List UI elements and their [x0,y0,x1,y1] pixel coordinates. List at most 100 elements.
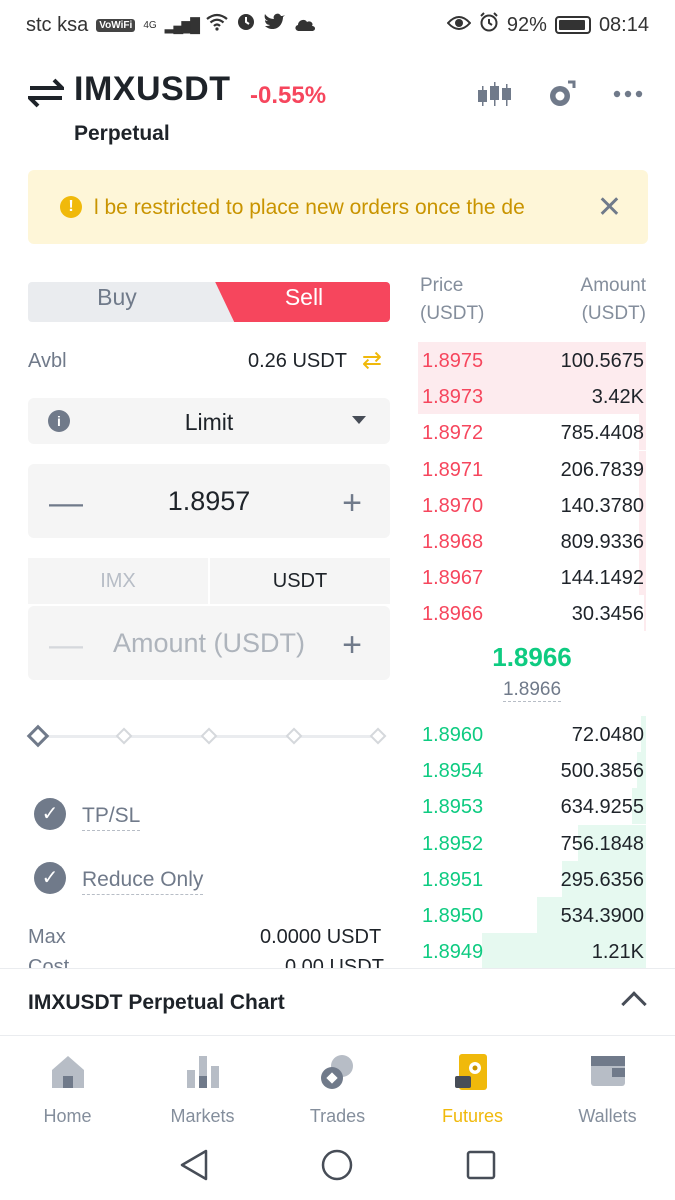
recents-icon[interactable] [466,1150,496,1185]
avbl-value: 0.26 USDT [248,350,347,372]
unit-tab-imx[interactable]: IMX [28,558,208,604]
warning-icon: ! [60,196,82,218]
bid-price: 1.8954 [422,760,484,783]
ask-price: 1.8973 [422,386,484,409]
system-nav-bar [0,1136,675,1200]
nav-home-label: Home [43,1106,92,1126]
bid-row[interactable]: 1.8953 634.9255 [418,788,646,825]
chart-toggle-bar[interactable]: IMXUSDT Perpetual Chart [0,968,675,1036]
mark-price[interactable]: 1.8966 [502,679,562,702]
slider-step-75[interactable] [285,727,303,745]
bid-price: 1.8950 [422,905,484,927]
bid-amount: 634.9255 [560,796,644,819]
amount-slider[interactable] [26,724,388,748]
ask-row[interactable]: 1.8967 144.1492 [418,559,646,596]
slider-step-100[interactable] [369,727,387,745]
slider-step-25[interactable] [115,727,133,745]
candlestick-chart-icon[interactable] [476,80,512,110]
bid-row[interactable]: 1.8952 756.1848 [418,824,646,861]
bid-price: 1.8953 [422,796,484,819]
order-type-select[interactable]: i Limit [28,398,390,444]
nav-futures[interactable]: Futures [405,1036,540,1136]
nav-markets-label: Markets [170,1106,235,1126]
cost-row: Cost 0.00 USDT [28,956,390,968]
ask-price: 1.8970 [422,494,484,517]
bid-amount: 756.1848 [560,832,644,855]
amount-input[interactable]: — Amount (USDT) + [28,606,390,680]
contract-type: Perpetual [74,122,170,145]
vowifi-badge: VoWiFi [96,18,136,32]
trades-icon [320,1054,356,1090]
bid-row[interactable]: 1.8960 72.0480 [418,716,646,752]
price-column-header: Price (USDT) [420,276,484,328]
close-icon[interactable]: ✕ [597,190,622,225]
ask-row[interactable]: 1.8970 140.3780 [418,486,646,523]
back-icon[interactable] [178,1148,210,1187]
wifi-icon [206,13,228,37]
buy-tab[interactable]: Buy [28,282,206,322]
order-type-label: Limit [184,409,234,435]
tpsl-checkbox[interactable]: ✓ [34,798,66,830]
bid-row[interactable]: 1.8949 1.21K [418,933,646,970]
ask-amount: 785.4408 [560,422,644,445]
max-value: 0.0000 USDT [260,926,382,948]
futures-icon [454,1054,491,1090]
ask-amount: 206.7839 [560,458,644,481]
slider-step-50[interactable] [200,727,218,745]
chevron-up-icon[interactable] [621,991,647,1017]
ask-amount: 140.3780 [560,494,644,517]
orderbook-header: Price (USDT) Amount (USDT) [420,276,646,328]
ask-row[interactable]: 1.8968 809.9336 [418,523,646,559]
ask-amount: 30.3456 [571,603,644,626]
bid-row[interactable]: 1.8954 500.3856 [418,752,646,789]
amount-increase-button[interactable]: + [332,626,372,665]
swap-pair-icon[interactable] [25,78,67,108]
ask-row[interactable]: 1.8975 100.5675 [418,342,646,378]
bid-amount: 534.3900 [560,905,644,927]
buy-sell-toggle: Buy Sell [28,282,390,322]
ask-row[interactable]: 1.8973 3.42K [418,378,646,415]
alarm-clock-icon [479,12,499,38]
nav-home[interactable]: Home [0,1036,135,1136]
amount-header-line2: (USDT) [581,303,646,324]
ask-price: 1.8971 [422,458,484,481]
reduce-only-label[interactable]: Reduce Only [82,868,204,895]
ask-row[interactable]: 1.8971 206.7839 [418,450,646,487]
unit-tab-usdt[interactable]: USDT [210,558,390,604]
status-bar: stc ksa VoWiFi 4G ▂▄▆█ 92% 08:14 [0,0,675,46]
slider-handle[interactable] [26,724,50,748]
tpsl-label[interactable]: TP/SL [82,804,141,831]
price-increase-button[interactable]: + [332,484,372,523]
markets-icon [185,1054,221,1090]
more-options-icon[interactable] [612,80,648,110]
nav-trades[interactable]: Trades [270,1036,405,1136]
calculator-icon[interactable] [544,80,580,110]
pair-symbol[interactable]: IMXUSDT [74,70,231,109]
ask-price: 1.8966 [422,603,484,626]
home-button-icon[interactable] [320,1148,354,1187]
battery-percent: 92% [506,13,547,36]
price-input[interactable]: — 1.8957 + [28,464,390,538]
nav-markets[interactable]: Markets [135,1036,270,1136]
unit-tabs: IMX USDT [28,558,390,604]
ask-amount: 3.42K [591,386,644,409]
ask-row[interactable]: 1.8972 785.4408 [418,414,646,451]
bid-row[interactable]: 1.8950 534.3900 [418,897,646,933]
nav-wallets[interactable]: Wallets [540,1036,675,1136]
nav-futures-label: Futures [441,1106,504,1126]
cloud-icon [294,14,316,37]
ask-depth-bar [643,595,646,632]
last-price[interactable]: 1.8966 [418,642,646,673]
sell-tab[interactable]: Sell [215,282,390,322]
clock-time: 08:14 [598,13,649,36]
pair-header: IMXUSDT -0.55% Perpetual [25,70,648,160]
transfer-icon[interactable]: ⇄ [362,346,382,375]
price-header-line1: Price [420,276,464,296]
reduce-only-checkbox[interactable]: ✓ [34,862,66,894]
chart-title: IMXUSDT Perpetual Chart [28,991,285,1014]
bid-amount: 1.21K [591,941,644,964]
nav-trades-label: Trades [309,1106,366,1126]
bid-row[interactable]: 1.8951 295.6356 [418,860,646,897]
ask-row[interactable]: 1.8966 30.3456 [418,595,646,632]
wallets-icon [590,1054,626,1090]
